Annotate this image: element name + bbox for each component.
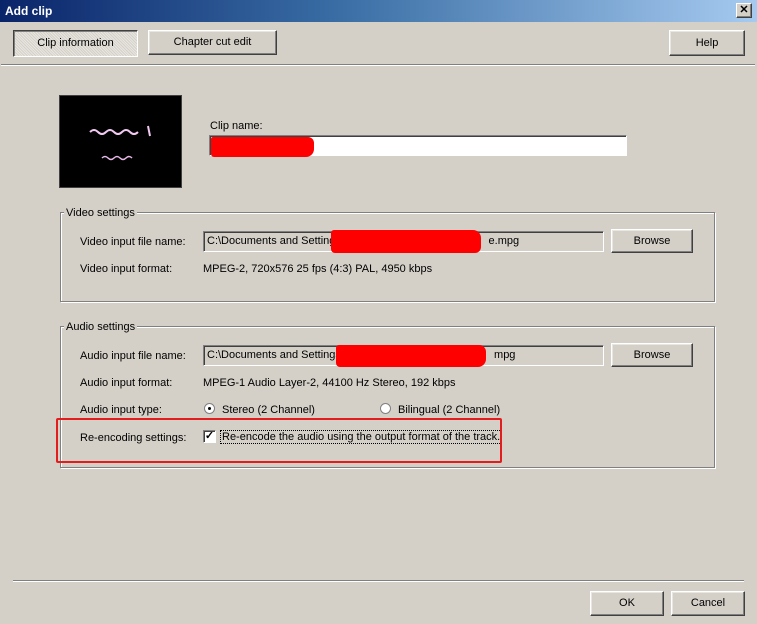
video-format-value: MPEG-2, 720x576 25 fps (4:3) PAL, 4950 k… [203,263,433,275]
title-bar [0,0,757,22]
audio-format-label: Audio input format: [80,377,173,389]
audio-browse-button[interactable]: Browse [611,343,693,367]
highlight-annotation [56,418,502,463]
clip-thumbnail [59,95,182,188]
video-format-label: Video input format: [80,263,173,275]
video-settings-group [60,212,715,302]
tab-chapter-cut-edit-label: Chapter cut edit [173,36,252,48]
audio-format-value: MPEG-1 Audio Layer-2, 44100 Hz Stereo, 1… [203,377,456,389]
audio-type-label: Audio input type: [80,404,162,416]
clip-name-label: Clip name: [210,120,263,132]
audio-settings-title: Audio settings [64,321,138,333]
audio-file-suffix: mpg [494,349,516,361]
help-button[interactable]: Help [669,30,745,56]
video-file-suffix: e.mpg [488,235,520,247]
tab-clip-information[interactable]: Clip information [13,30,138,57]
ok-button-label: OK [619,597,635,609]
redaction-mark [211,137,314,157]
footer-divider-highlight [13,581,744,582]
thumbnail-image [89,125,151,161]
video-file-prefix: C:\Documents and Setting [207,235,336,247]
video-browse-button[interactable]: Browse [611,229,693,253]
ok-button[interactable]: OK [590,591,664,616]
close-icon[interactable]: ✕ [736,3,752,18]
bilingual-radio[interactable] [380,403,391,414]
stereo-radio-label[interactable]: Stereo (2 Channel) [222,404,315,416]
video-browse-label: Browse [633,235,671,247]
video-settings-title: Video settings [64,207,137,219]
tab-chapter-cut-edit[interactable]: Chapter cut edit [148,30,277,55]
stereo-radio[interactable] [204,403,215,414]
radio-selected-dot [208,407,211,410]
toolbar-divider-highlight [1,65,755,66]
redaction-mark [331,230,481,253]
audio-file-prefix: C:\Documents and Settings [207,349,341,361]
audio-browse-label: Browse [633,349,671,361]
tab-clip-information-label: Clip information [37,37,114,49]
redaction-mark [336,345,486,367]
window-title: Add clip [5,4,53,18]
cancel-button[interactable]: Cancel [671,591,745,616]
audio-file-label: Audio input file name: [80,350,186,362]
help-button-label: Help [695,37,719,49]
cancel-button-label: Cancel [690,597,726,609]
video-file-label: Video input file name: [80,236,186,248]
bilingual-radio-label[interactable]: Bilingual (2 Channel) [398,404,500,416]
